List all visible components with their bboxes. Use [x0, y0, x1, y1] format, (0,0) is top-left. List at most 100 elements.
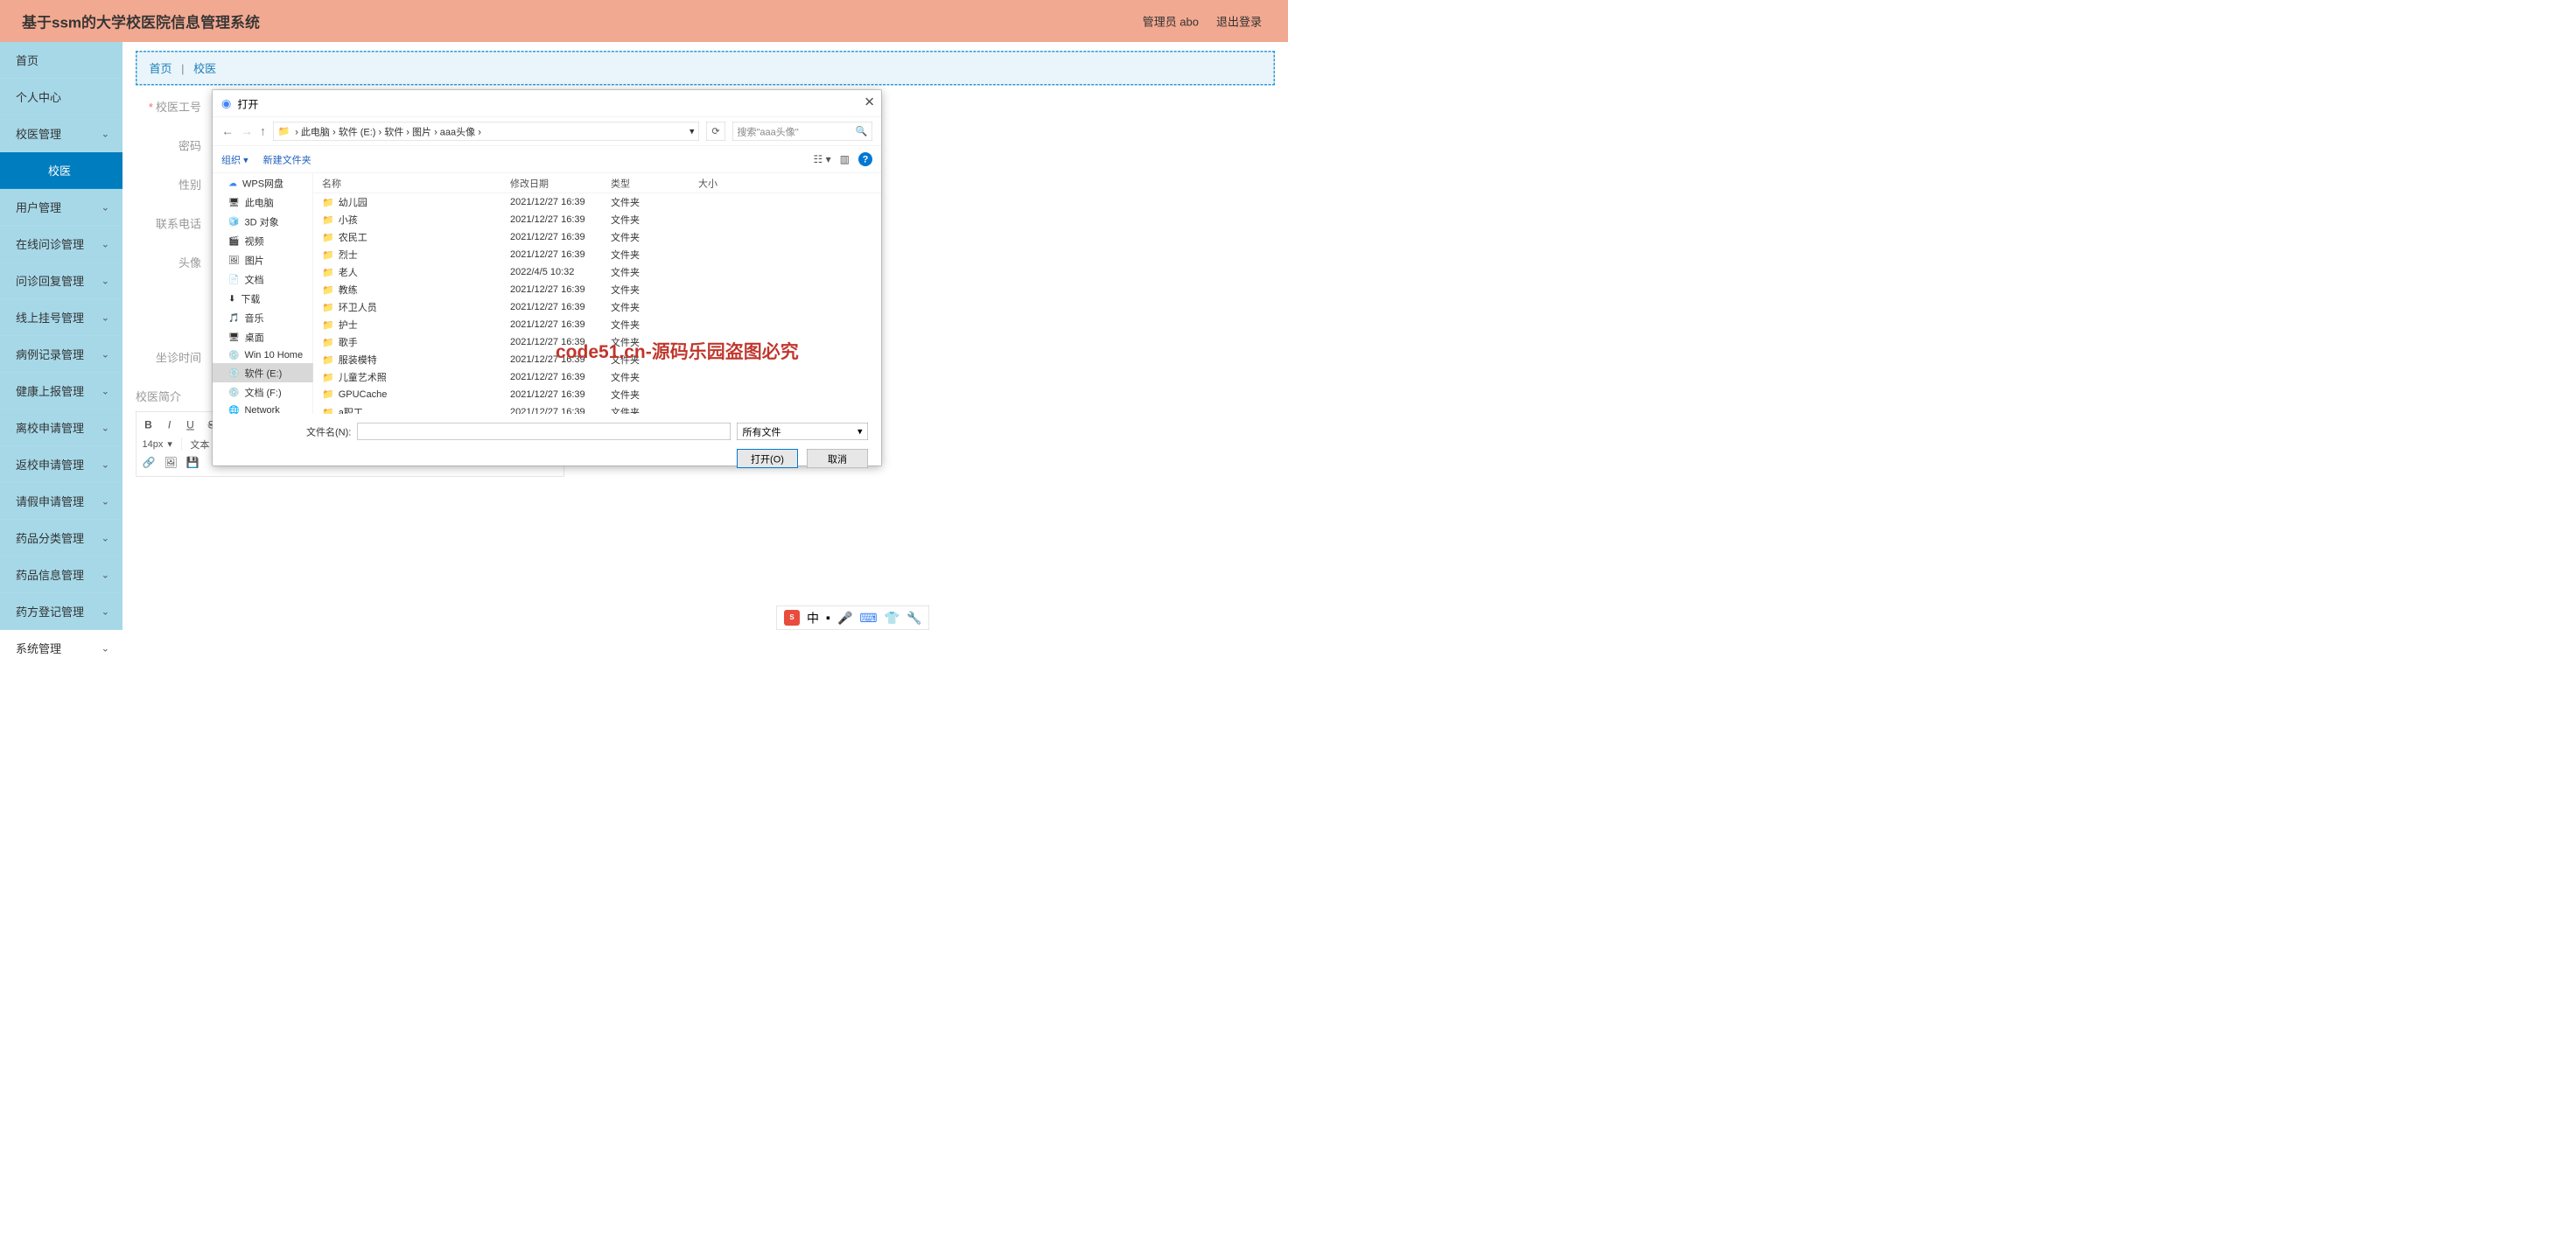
col-name[interactable]: 名称 [322, 176, 510, 190]
tree-item[interactable]: 📄文档 [213, 270, 313, 289]
label-gender: 性别 [136, 177, 210, 193]
tree-item[interactable]: 💿软件 (E:) [213, 363, 313, 382]
file-row[interactable]: 📁环卫人员2021/12/27 16:39文件夹 [313, 298, 881, 316]
tree-icon: 🖼 [228, 255, 240, 266]
col-size[interactable]: 大小 [698, 176, 751, 190]
sidebar-item[interactable]: 个人中心 [0, 79, 122, 116]
folder-icon: 📁 [322, 388, 334, 400]
file-row[interactable]: 📁小孩2021/12/27 16:39文件夹 [313, 211, 881, 228]
tree-label: 此电脑 [245, 195, 274, 209]
folder-icon: 📁 [322, 372, 334, 383]
tree-label: 图片 [245, 253, 264, 267]
col-type[interactable]: 类型 [611, 176, 698, 190]
ime-keyboard-icon[interactable]: ⌨ [859, 611, 877, 626]
file-row[interactable]: 📁歌手2021/12/27 16:39文件夹 [313, 333, 881, 351]
path-input[interactable]: 📁 › 此电脑 › 软件 (E:) › 软件 › 图片 › aaa头像 › ▾ [273, 122, 699, 141]
font-size-select[interactable]: 14px ▾ [143, 438, 172, 450]
file-list[interactable]: 名称 修改日期 类型 大小 📁幼儿园2021/12/27 16:39文件夹📁小孩… [313, 173, 881, 414]
sidebar-item[interactable]: 药方登记管理⌄ [0, 593, 122, 630]
filename-input[interactable] [357, 423, 731, 440]
tree-item[interactable]: 🌐Network [213, 402, 313, 414]
tree-icon: 🌐 [228, 404, 239, 414]
col-date[interactable]: 修改日期 [510, 176, 611, 190]
new-folder-button[interactable]: 新建文件夹 [263, 152, 312, 166]
cancel-button[interactable]: 取消 [807, 449, 868, 468]
close-icon[interactable]: ✕ [864, 94, 875, 110]
underline-icon[interactable]: U [185, 419, 197, 431]
admin-label[interactable]: 管理员 abo [1143, 13, 1199, 30]
chevron-down-icon: ⌄ [102, 312, 109, 323]
folder-tree[interactable]: ☁WPS网盘🖥此电脑🧊3D 对象🎬视频 🖼 图片 📄文档⬇下载🎵音乐🖥桌面💿Win 1… [213, 173, 313, 414]
image-icon[interactable]: 🖼 [164, 457, 177, 470]
file-row[interactable]: 📁教练2021/12/27 16:39文件夹 [313, 281, 881, 298]
tree-item[interactable]: 💿Win 10 Home [213, 346, 313, 363]
sidebar-item[interactable]: 药品信息管理⌄ [0, 556, 122, 593]
tree-icon: 🎬 [228, 235, 239, 247]
tree-item[interactable]: ⬇下载 [213, 289, 313, 308]
save-icon[interactable]: 💾 [186, 457, 200, 470]
file-row[interactable]: 📁老人2022/4/5 10:32文件夹 [313, 263, 881, 281]
search-input[interactable]: 搜索"aaa头像" 🔍 [732, 122, 872, 141]
sidebar-item[interactable]: 药品分类管理⌄ [0, 520, 122, 556]
bold-icon[interactable]: B [143, 419, 155, 431]
sidebar-item[interactable]: 返校申请管理⌄ [0, 446, 122, 483]
forward-icon[interactable]: → [241, 124, 253, 138]
breadcrumb-home[interactable]: 首页 [150, 62, 172, 75]
file-row[interactable]: 📁护士2021/12/27 16:39文件夹 [313, 316, 881, 333]
organize-menu[interactable]: 组织 ▾ [221, 152, 248, 166]
file-filter-select[interactable]: 所有文件▾ [737, 423, 868, 440]
sidebar-item[interactable]: 病例记录管理⌄ [0, 336, 122, 373]
file-row[interactable]: 📁农民工2021/12/27 16:39文件夹 [313, 228, 881, 246]
sidebar-item[interactable]: 离校申请管理⌄ [0, 410, 122, 446]
tree-item[interactable]: 🖼 图片 [213, 250, 313, 270]
sogou-icon[interactable]: S [784, 610, 800, 626]
sidebar-item[interactable]: 线上挂号管理⌄ [0, 299, 122, 336]
back-icon[interactable]: ← [221, 124, 234, 138]
tree-item[interactable]: ☁WPS网盘 [213, 173, 313, 192]
sidebar-item[interactable]: 首页 [0, 42, 122, 79]
tree-item[interactable]: 🖥桌面 [213, 327, 313, 346]
logout-link[interactable]: 退出登录 [1216, 13, 1262, 30]
tree-item[interactable]: 🖥此电脑 [213, 192, 313, 212]
ime-mic-icon[interactable]: 🎤 [837, 611, 852, 626]
tree-item[interactable]: 🧊3D 对象 [213, 212, 313, 231]
sidebar-item[interactable]: 校医 [0, 152, 122, 189]
tree-item[interactable]: 💿文档 (F:) [213, 382, 313, 402]
chevron-down-icon: ⌄ [102, 458, 109, 470]
sidebar-item[interactable]: 用户管理⌄ [0, 189, 122, 226]
file-row[interactable]: 📁儿童艺术照2021/12/27 16:39文件夹 [313, 368, 881, 386]
file-row[interactable]: 📁a职工2021/12/27 16:39文件夹 [313, 403, 881, 415]
sidebar-item[interactable]: 系统管理⌄ [0, 630, 122, 667]
sidebar-item[interactable]: 健康上报管理⌄ [0, 373, 122, 410]
file-row[interactable]: 📁幼儿园2021/12/27 16:39文件夹 [313, 193, 881, 211]
sidebar-item[interactable]: 请假申请管理⌄ [0, 483, 122, 520]
open-button[interactable]: 打开(O) [737, 449, 798, 468]
file-row[interactable]: 📁烈士2021/12/27 16:39文件夹 [313, 246, 881, 263]
ime-lang[interactable]: 中 [807, 609, 819, 626]
link-icon[interactable]: 🔗 [143, 457, 156, 470]
search-icon: 🔍 [856, 125, 868, 136]
italic-icon[interactable]: I [164, 419, 176, 431]
chrome-icon: ◉ [221, 96, 231, 110]
tree-label: 文档 (F:) [244, 385, 281, 399]
sidebar-item[interactable]: 问诊回复管理⌄ [0, 262, 122, 299]
refresh-icon[interactable]: ⟳ [706, 122, 725, 141]
sidebar-item[interactable]: 在线问诊管理⌄ [0, 226, 122, 262]
tree-item[interactable]: 🎬视频 [213, 231, 313, 250]
ime-toolbar[interactable]: S 中 ▪ 🎤 ⌨ 👕 🔧 [777, 606, 930, 630]
preview-icon[interactable]: ▥ [840, 153, 850, 166]
tree-item[interactable]: 🎵音乐 [213, 308, 313, 327]
file-row[interactable]: 📁服装模特2021/12/27 16:39文件夹 [313, 351, 881, 368]
view-icon[interactable]: ☷ ▾ [814, 153, 831, 166]
help-icon[interactable]: ? [858, 152, 872, 166]
chevron-down-icon: ⌄ [102, 569, 109, 580]
up-icon[interactable]: ↑ [260, 124, 266, 138]
ime-tool-icon[interactable]: 🔧 [906, 611, 921, 626]
folder-icon: 📁 [322, 284, 334, 296]
file-row[interactable]: 📁GPUCache2021/12/27 16:39文件夹 [313, 386, 881, 403]
ime-skin-icon[interactable]: 👕 [885, 611, 900, 626]
label-phone: 联系电话 [136, 215, 210, 232]
ime-punct-icon[interactable]: ▪ [826, 611, 830, 625]
folder-icon: 📁 [278, 125, 290, 136]
sidebar-item[interactable]: 校医管理⌄ [0, 116, 122, 152]
